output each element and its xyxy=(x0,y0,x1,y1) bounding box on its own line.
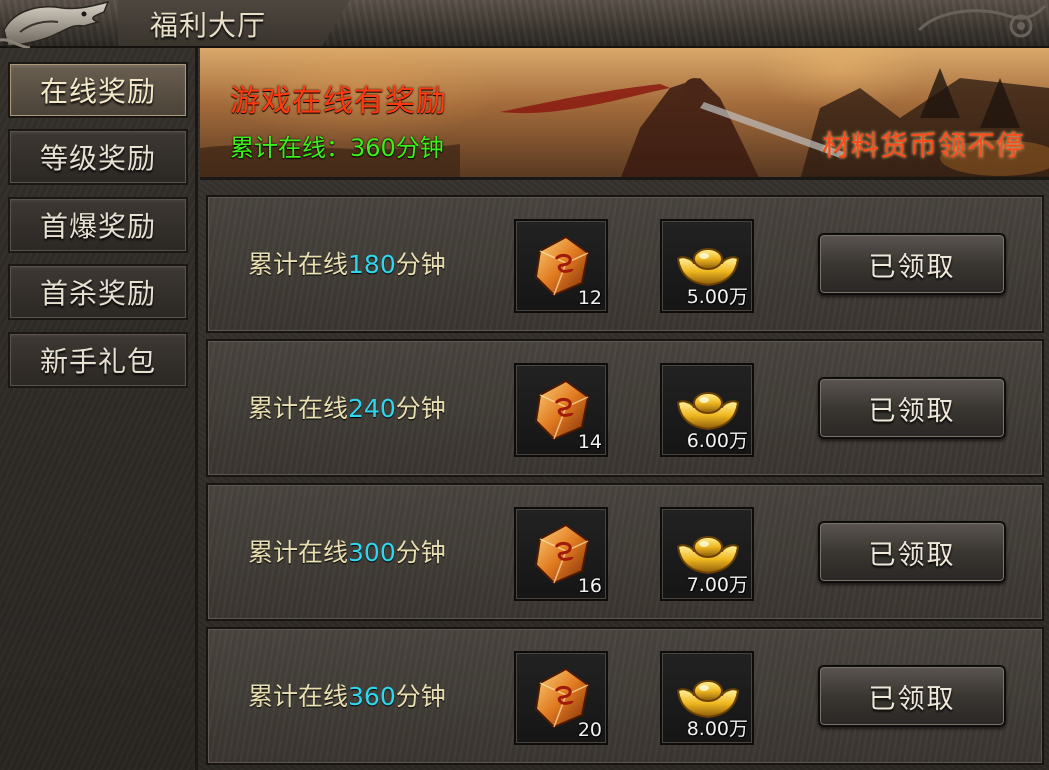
reward-item-slot[interactable]: 14 xyxy=(514,363,608,457)
reward-item-slot[interactable]: 5.00万 xyxy=(660,219,754,313)
condition-prefix: 累计在线 xyxy=(248,538,349,567)
reward-list[interactable]: 累计在线180分钟 12 5.00万 已领取 累计在线240分钟 14 6.00… xyxy=(200,183,1049,770)
item-count: 12 xyxy=(577,287,602,309)
item-count: 14 xyxy=(577,431,602,453)
claimed-button[interactable]: 已领取 xyxy=(818,377,1006,439)
reward-item-slot[interactable]: 8.00万 xyxy=(660,651,754,745)
banner-title: 游戏在线有奖励 xyxy=(230,84,447,119)
item-count: 5.00万 xyxy=(686,286,748,308)
reward-condition: 累计在线180分钟 xyxy=(248,245,446,281)
reward-row: 累计在线300分钟 16 7.00万 已领取 xyxy=(206,483,1044,621)
reward-row: 累计在线360分钟 20 8.00万 已领取 xyxy=(206,627,1044,765)
item-count: 8.00万 xyxy=(686,718,748,740)
tab-online-reward[interactable]: 在线奖励 xyxy=(8,62,188,118)
dragon-emblem-icon xyxy=(0,0,110,50)
reward-row: 累计在线180分钟 12 5.00万 已领取 xyxy=(206,195,1044,333)
claimed-button[interactable]: 已领取 xyxy=(818,665,1006,727)
condition-prefix: 累计在线 xyxy=(248,394,349,423)
item-count: 7.00万 xyxy=(686,574,748,596)
reward-item-slot[interactable]: 16 xyxy=(514,507,608,601)
online-reward-banner: 游戏在线有奖励 累计在线：360分钟 材料货币领不停 xyxy=(200,48,1049,180)
reward-item-slot[interactable]: 20 xyxy=(514,651,608,745)
condition-prefix: 累计在线 xyxy=(248,250,349,279)
claimed-button[interactable]: 已领取 xyxy=(818,233,1006,295)
reward-item-slot[interactable]: 6.00万 xyxy=(660,363,754,457)
condition-minutes: 300 xyxy=(348,538,396,567)
sidebar: 在线奖励 等级奖励 首爆奖励 首杀奖励 新手礼包 xyxy=(0,48,198,770)
condition-minutes: 180 xyxy=(348,250,396,279)
item-count: 6.00万 xyxy=(686,430,748,452)
item-count: 16 xyxy=(577,575,602,597)
condition-minutes: 360 xyxy=(348,682,396,711)
reward-item-slot[interactable]: 12 xyxy=(514,219,608,313)
reward-item-slot[interactable]: 7.00万 xyxy=(660,507,754,601)
reward-condition: 累计在线360分钟 xyxy=(248,677,446,713)
title-bar[interactable]: 福利大厅 xyxy=(0,0,1049,50)
tab-newbie-gift[interactable]: 新手礼包 xyxy=(8,332,188,388)
welfare-hall-window: 福利大厅 在线奖励 等级奖励 首爆奖励 首杀奖励 新手礼包 游戏在线有奖励 累计… xyxy=(0,0,1049,770)
claimed-button[interactable]: 已领取 xyxy=(818,521,1006,583)
total-online-time: 累计在线：360分钟 xyxy=(230,134,444,162)
reward-condition: 累计在线240分钟 xyxy=(248,389,446,425)
tab-level-reward[interactable]: 等级奖励 xyxy=(8,129,188,185)
banner-slogan: 材料货币领不停 xyxy=(821,129,1025,162)
condition-suffix: 分钟 xyxy=(395,538,446,567)
condition-minutes: 240 xyxy=(348,394,396,423)
condition-prefix: 累计在线 xyxy=(248,682,349,711)
reward-condition: 累计在线300分钟 xyxy=(248,533,446,569)
reward-row: 累计在线240分钟 14 6.00万 已领取 xyxy=(206,339,1044,477)
scroll-ornament-icon xyxy=(917,4,1047,38)
tab-first-kill-reward[interactable]: 首杀奖励 xyxy=(8,264,188,320)
condition-suffix: 分钟 xyxy=(395,682,446,711)
window-title: 福利大厅 xyxy=(150,9,267,42)
condition-suffix: 分钟 xyxy=(395,394,446,423)
condition-suffix: 分钟 xyxy=(395,250,446,279)
item-count: 20 xyxy=(577,719,602,741)
tab-first-drop-reward[interactable]: 首爆奖励 xyxy=(8,197,188,253)
